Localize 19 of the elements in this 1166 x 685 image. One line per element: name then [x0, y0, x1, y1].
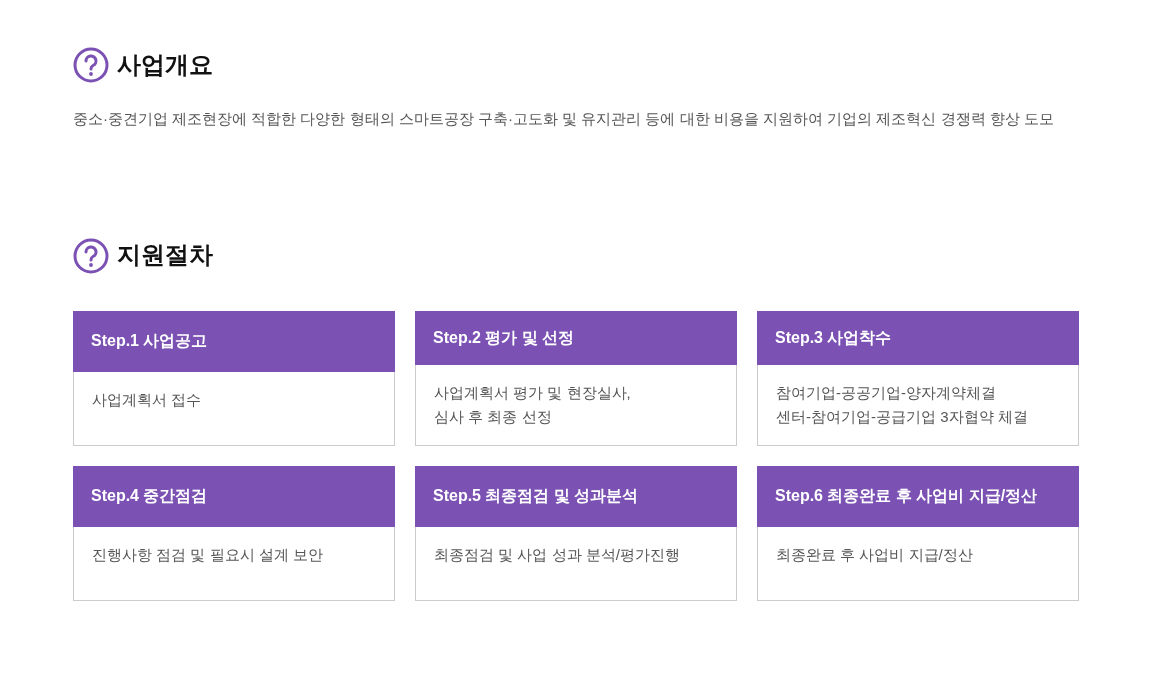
section-title: 지원절차: [117, 241, 213, 270]
step-title: Step.1 사업공고: [73, 310, 395, 372]
step-description: 진행사항 점검 및 필요시 설계 보안: [92, 544, 324, 565]
step-title: Step.4 중간점검: [73, 465, 395, 527]
step-description: 최종완료 후 사업비 지급/정산: [776, 544, 974, 565]
description-text: 중소·중견기업 제조현장에 적합한 다양한 형태의 스마트공장 구축·고도화 및 유지관리 등에 대한 비용을 지원하여 기업의 제조혁신 경쟁력 향상 도모: [73, 109, 1055, 129]
step-title: Step.2 평가 및 선정: [415, 310, 737, 365]
step-description: 센터-참여기업-공급기업 3자협약 체결: [776, 406, 1029, 427]
step-title: Step.5 최종점검 및 성과분석: [415, 465, 737, 527]
step-description: 심사 후 최종 선정: [434, 406, 553, 427]
question-icon: [73, 47, 109, 83]
section-title: 사업개요: [117, 50, 213, 80]
step-description: 사업계획서 접수: [92, 389, 203, 410]
step-description: 최종점검 및 사업 성과 분석/평가진행: [434, 544, 681, 565]
step-description: 참여기업-공공기업-양자계약체결: [776, 382, 997, 403]
question-icon: [73, 237, 109, 274]
step-title: Step.3 사업착수: [757, 310, 1079, 365]
step-description: 사업계획서 평가 및 현장실사,: [434, 382, 632, 403]
step-title: Step.6 최종완료 후 사업비 지급/정산: [757, 465, 1079, 527]
